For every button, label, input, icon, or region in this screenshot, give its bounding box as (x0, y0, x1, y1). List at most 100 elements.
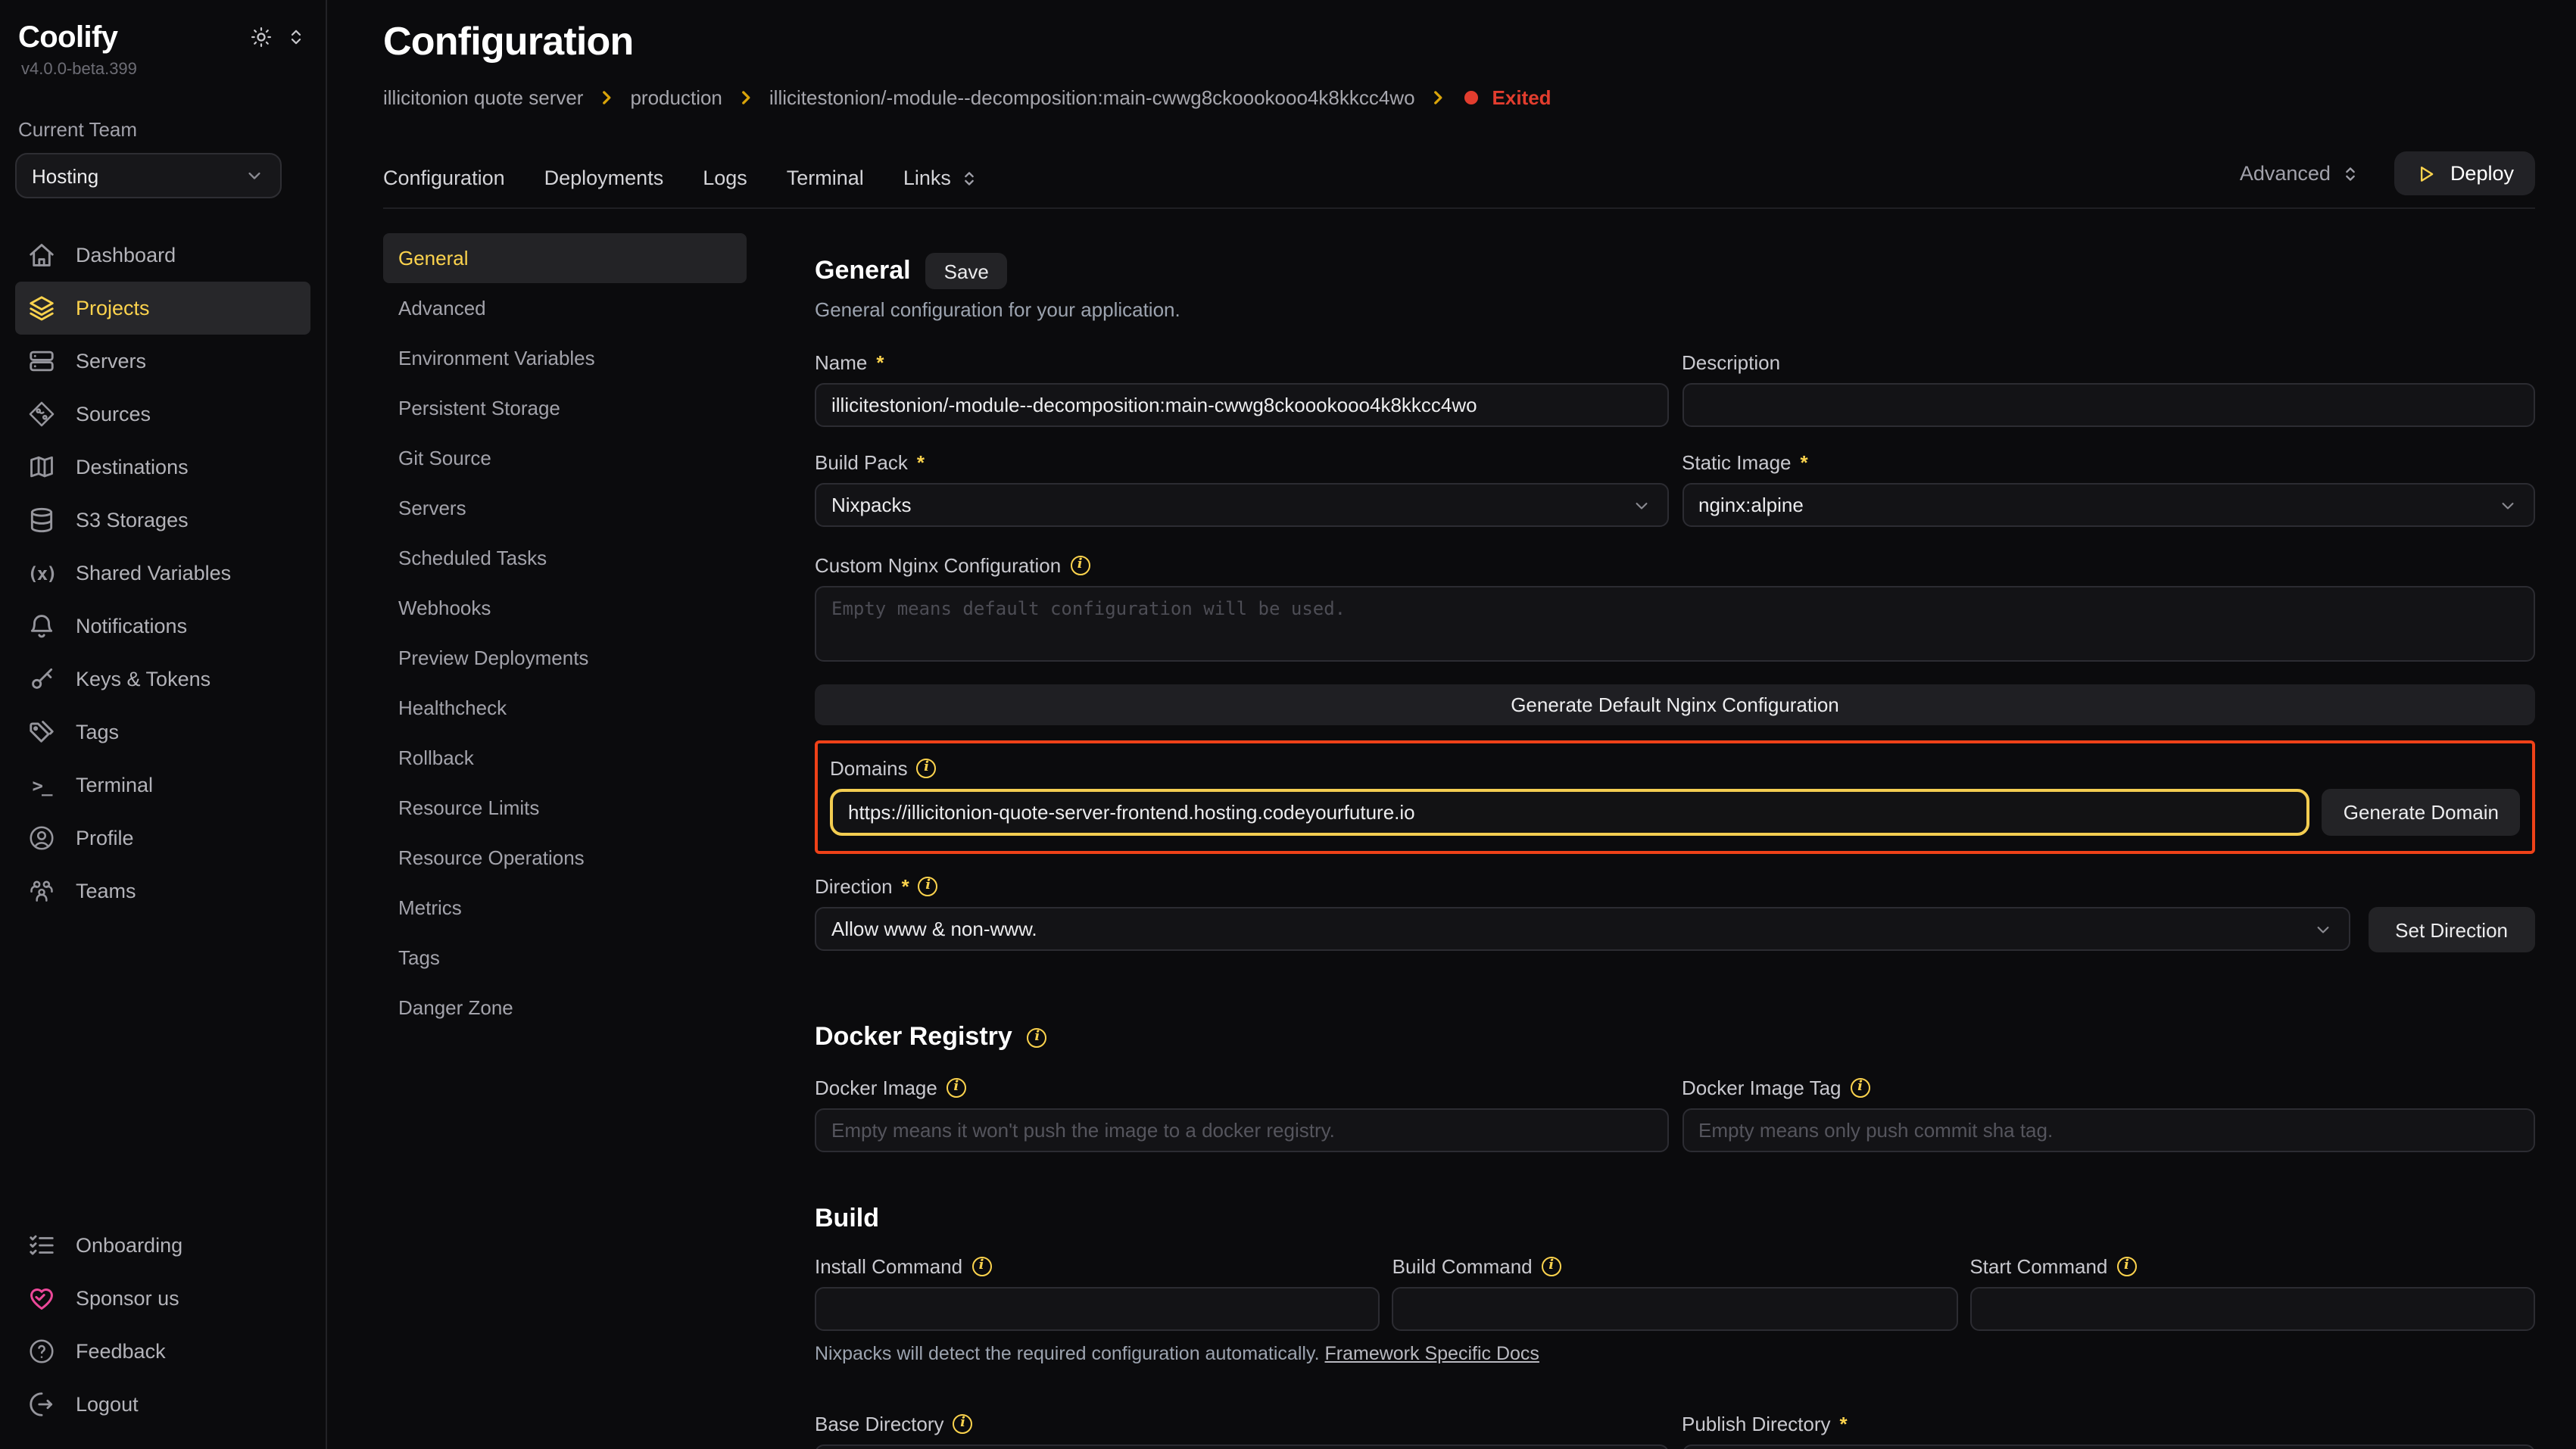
sidebar-item-sponsor-us[interactable]: Sponsor us (15, 1272, 310, 1325)
build-pack-select[interactable]: Nixpacks (815, 483, 1668, 527)
subnav-general[interactable]: General (383, 233, 747, 283)
sidebar-item-projects[interactable]: Projects (15, 282, 310, 335)
breadcrumb-project[interactable]: illicitonion quote server (383, 86, 583, 109)
subnav-danger-zone[interactable]: Danger Zone (383, 983, 747, 1033)
direction-select[interactable]: Allow www & non-www. (815, 907, 2350, 951)
team-select-value: Hosting (32, 164, 98, 187)
info-icon[interactable]: i (971, 1256, 991, 1276)
subnav-tags[interactable]: Tags (383, 933, 747, 983)
name-input[interactable] (815, 383, 1668, 427)
static-image-label: Static Image (1682, 450, 1792, 473)
info-icon[interactable]: i (1851, 1077, 1870, 1097)
nginx-config-textarea[interactable] (815, 586, 2535, 662)
tab-configuration[interactable]: Configuration (383, 167, 505, 189)
subnav-persistent-storage[interactable]: Persistent Storage (383, 383, 747, 433)
docker-image-tag-label: Docker Image Tag (1682, 1076, 1842, 1098)
sidebar-item-destinations[interactable]: Destinations (15, 441, 310, 494)
tab-links[interactable]: Links (903, 167, 980, 189)
brand-logo[interactable]: Coolify (18, 21, 140, 56)
subnav-resource-limits[interactable]: Resource Limits (383, 783, 747, 833)
section-subtitle: General configuration for your applicati… (815, 298, 2535, 321)
docker-image-input[interactable] (815, 1108, 1668, 1152)
subnav-webhooks[interactable]: Webhooks (383, 583, 747, 633)
subnav-healthcheck[interactable]: Healthcheck (383, 683, 747, 733)
info-icon[interactable]: i (918, 876, 938, 896)
subnav-metrics[interactable]: Metrics (383, 883, 747, 933)
publish-directory-input[interactable] (1682, 1444, 2535, 1449)
sidebar-footer: Onboarding Sponsor us Feedback Logout (15, 1219, 310, 1431)
info-icon[interactable]: i (2116, 1256, 2136, 1276)
domains-input[interactable] (830, 789, 2310, 836)
sidebar-item-profile[interactable]: Profile (15, 812, 310, 865)
sidebar-item-keys-tokens[interactable]: Keys & Tokens (15, 653, 310, 706)
heart-icon (27, 1284, 56, 1313)
sidebar-item-label: S3 Storages (76, 509, 189, 531)
required-marker: * (876, 351, 884, 373)
subnav-servers[interactable]: Servers (383, 483, 747, 533)
base-directory-input[interactable] (815, 1444, 1668, 1449)
save-button[interactable]: Save (926, 253, 1007, 289)
install-command-input[interactable] (815, 1287, 1380, 1331)
sidebar-item-sources[interactable]: Sources (15, 388, 310, 441)
required-marker: * (1801, 450, 1808, 473)
variable-icon: (x) (27, 562, 56, 584)
subnav-git-source[interactable]: Git Source (383, 433, 747, 483)
start-command-input[interactable] (1969, 1287, 2535, 1331)
framework-docs-link[interactable]: Framework Specific Docs (1325, 1343, 1539, 1364)
sidebar-item-notifications[interactable]: Notifications (15, 600, 310, 653)
sidebar: Coolify v4.0.0-beta.399 Current Team Hos… (0, 0, 327, 1449)
sidebar-item-label: Notifications (76, 615, 187, 637)
subnav-scheduled-tasks[interactable]: Scheduled Tasks (383, 533, 747, 583)
sidebar-item-feedback[interactable]: Feedback (15, 1325, 310, 1378)
theme-sun-icon[interactable] (250, 26, 273, 48)
chevrons-up-down-icon (2340, 163, 2361, 184)
sidebar-item-logout[interactable]: Logout (15, 1378, 310, 1431)
info-icon[interactable]: i (1542, 1256, 1561, 1276)
info-icon[interactable]: i (917, 758, 937, 777)
sidebar-item-label: Dashboard (76, 244, 176, 266)
sidebar-item-servers[interactable]: Servers (15, 335, 310, 388)
info-icon[interactable]: i (1028, 1027, 1047, 1047)
sidebar-item-label: Onboarding (76, 1234, 182, 1257)
sidebar-item-s3-storages[interactable]: S3 Storages (15, 494, 310, 547)
collapse-sidebar-icon[interactable] (285, 26, 307, 48)
info-icon[interactable]: i (953, 1413, 973, 1433)
sidebar-item-label: Shared Variables (76, 562, 231, 584)
breadcrumb-application[interactable]: illicitestonion/-module--decomposition:m… (769, 86, 1415, 109)
sidebar-item-terminal[interactable]: >_ Terminal (15, 759, 310, 812)
sidebar-item-dashboard[interactable]: Dashboard (15, 229, 310, 282)
subnav-environment-variables[interactable]: Environment Variables (383, 333, 747, 383)
advanced-menu[interactable]: Advanced (2240, 162, 2361, 185)
team-select[interactable]: Hosting (15, 153, 282, 198)
breadcrumb-environment[interactable]: production (630, 86, 722, 109)
sidebar-item-shared-variables[interactable]: (x) Shared Variables (15, 547, 310, 600)
subnav-rollback[interactable]: Rollback (383, 733, 747, 783)
tab-deployments[interactable]: Deployments (544, 167, 664, 189)
bell-icon (27, 612, 56, 640)
sidebar-item-label: Tags (76, 721, 119, 743)
info-icon[interactable]: i (947, 1077, 966, 1097)
info-icon[interactable]: i (1070, 555, 1090, 575)
build-command-input[interactable] (1392, 1287, 1958, 1331)
tab-logs[interactable]: Logs (703, 167, 747, 189)
docker-image-tag-input[interactable] (1682, 1108, 2535, 1152)
generate-domain-button[interactable]: Generate Domain (2322, 789, 2520, 836)
subnav-advanced[interactable]: Advanced (383, 283, 747, 333)
set-direction-button[interactable]: Set Direction (2368, 907, 2535, 952)
subnav-preview-deployments[interactable]: Preview Deployments (383, 633, 747, 683)
sidebar-item-tags[interactable]: Tags (15, 706, 310, 759)
static-image-select[interactable]: nginx:alpine (1682, 483, 2535, 527)
sidebar-item-onboarding[interactable]: Onboarding (15, 1219, 310, 1272)
sidebar-item-teams[interactable]: Teams (15, 865, 310, 918)
deploy-button[interactable]: Deploy (2394, 151, 2535, 195)
subnav-resource-operations[interactable]: Resource Operations (383, 833, 747, 883)
terminal-icon: >_ (27, 774, 56, 796)
description-input[interactable] (1682, 383, 2535, 427)
server-icon (27, 347, 56, 375)
tab-links-label: Links (903, 167, 951, 189)
generate-nginx-config-button[interactable]: Generate Default Nginx Configuration (815, 684, 2535, 725)
section-heading-docker-registry: Docker Registry (815, 1022, 1012, 1052)
checklist-icon (27, 1231, 56, 1260)
publish-directory-label: Publish Directory (1682, 1412, 1831, 1435)
tab-terminal[interactable]: Terminal (787, 167, 864, 189)
